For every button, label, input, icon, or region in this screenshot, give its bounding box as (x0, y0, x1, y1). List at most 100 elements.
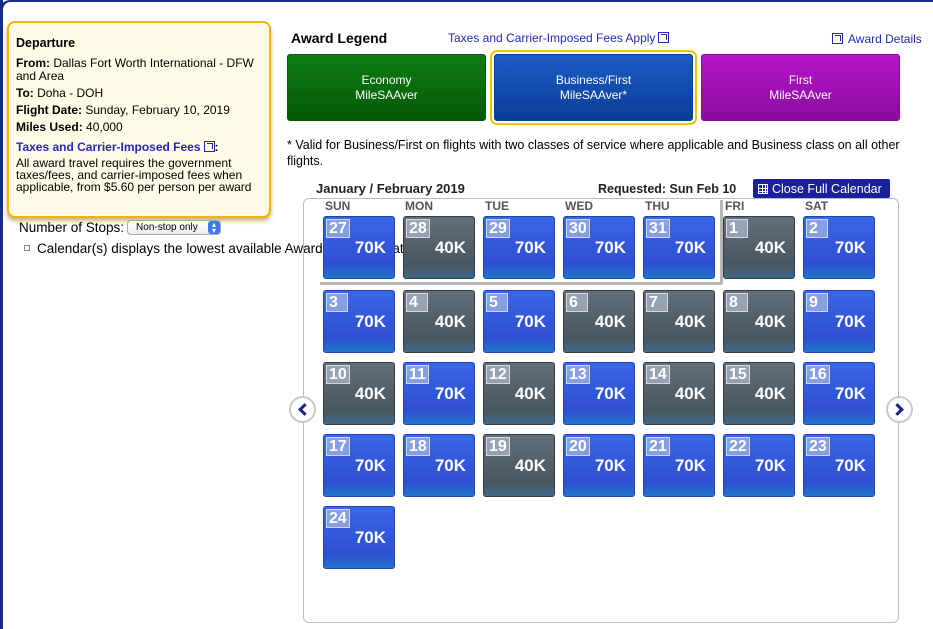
bullet-square-icon (24, 245, 30, 251)
day-number: 22 (726, 437, 750, 456)
day-miles: 70K (834, 456, 866, 475)
calendar-day-cell[interactable]: 4 40K (403, 290, 475, 353)
calendar-day-cell[interactable]: 28 40K (403, 216, 475, 279)
close-full-calendar-button[interactable]: Close Full Calendar (753, 179, 890, 198)
calendar-day-cell[interactable]: 1 40K (723, 216, 795, 279)
economy-sublabel: MileSAAver (355, 87, 418, 102)
calendar-day-cell[interactable]: 5 70K (483, 290, 555, 353)
miles-line: Miles Used: 40,000 (16, 121, 262, 134)
calendar-day-cell[interactable]: 16 70K (803, 362, 875, 425)
day-number: 9 (806, 293, 828, 312)
economy-label: Economy (361, 72, 412, 87)
external-link-icon[interactable] (658, 32, 670, 43)
calendar-day-cell[interactable]: 20 70K (563, 434, 635, 497)
calendar-day-cell[interactable]: 23 70K (803, 434, 875, 497)
weekday-header: TUE (485, 199, 509, 213)
day-number: 13 (566, 365, 590, 384)
day-miles: 40K (434, 312, 466, 331)
day-number: 5 (486, 293, 508, 312)
miles-label: Miles Used: (16, 120, 83, 134)
calendar-day-cell[interactable]: 3 70K (323, 290, 395, 353)
day-number: 20 (566, 437, 590, 456)
stops-select[interactable]: Non-stop only ▴ ▾ (127, 220, 222, 235)
month-label: January / February 2019 (316, 181, 465, 196)
weekday-header: WED (565, 199, 593, 213)
calendar-day-cell[interactable]: 10 40K (323, 362, 395, 425)
stops-filter: Number of Stops: Non-stop only ▴ ▾ (19, 220, 222, 235)
day-miles: 70K (594, 238, 626, 257)
day-number: 31 (646, 219, 670, 238)
calendar-day-cell[interactable]: 12 40K (483, 362, 555, 425)
date-value: Sunday, February 10, 2019 (85, 103, 230, 117)
day-number: 12 (486, 365, 510, 384)
day-number: 23 (806, 437, 830, 456)
day-miles: 40K (754, 384, 786, 403)
departure-title: Departure (16, 36, 76, 50)
calendar-day-cell[interactable]: 18 70K (403, 434, 475, 497)
calendar-day-cell[interactable]: 8 40K (723, 290, 795, 353)
to-line: To: Doha - DOH (16, 87, 262, 100)
validity-note: * Valid for Business/First on flights wi… (287, 138, 900, 168)
fees-row: Taxes and Carrier-Imposed Fees: (16, 138, 262, 154)
calendar-day-cell[interactable]: 7 40K (643, 290, 715, 353)
fees-link[interactable]: Taxes and Carrier-Imposed Fees (16, 140, 201, 154)
day-miles: 70K (354, 528, 386, 547)
day-number: 4 (406, 293, 428, 312)
calendar-day-cell[interactable]: 19 40K (483, 434, 555, 497)
day-miles: 70K (674, 456, 706, 475)
date-label: Flight Date: (16, 103, 82, 117)
calendar-day-cell[interactable]: 22 70K (723, 434, 795, 497)
calendar-day-cell[interactable]: 15 40K (723, 362, 795, 425)
day-number: 18 (406, 437, 430, 456)
external-link-icon[interactable] (203, 141, 215, 152)
legend-fees-text[interactable]: Taxes and Carrier-Imposed Fees Apply (448, 31, 655, 45)
weekday-header: THU (645, 199, 670, 213)
day-number: 7 (646, 293, 668, 312)
next-week-button[interactable] (886, 396, 913, 423)
day-miles: 70K (674, 238, 706, 257)
first-label: First (788, 72, 813, 87)
calendar-day-cell[interactable]: 11 70K (403, 362, 475, 425)
day-number: 27 (326, 219, 350, 238)
calendar-day-cell[interactable]: 29 70K (483, 216, 555, 279)
award-details-text[interactable]: Award Details (848, 32, 922, 46)
calendar-day-cell[interactable]: 27 70K (323, 216, 395, 279)
external-link-icon[interactable] (832, 33, 843, 44)
chevron-left-icon (298, 403, 311, 416)
day-number: 14 (646, 365, 670, 384)
calendar-day-cell[interactable]: 31 70K (643, 216, 715, 279)
calendar-day-cell[interactable]: 2 70K (803, 216, 875, 279)
first-milesaaver-button[interactable]: First MileSAAver (701, 54, 900, 121)
day-number: 11 (406, 365, 429, 384)
day-number: 6 (566, 293, 588, 312)
calendar-day-cell[interactable]: 9 70K (803, 290, 875, 353)
calendar-day-cell[interactable]: 24 70K (323, 506, 395, 569)
day-number: 16 (806, 365, 830, 384)
day-miles: 70K (834, 238, 866, 257)
weekday-header: FRI (725, 199, 745, 213)
calendar-day-cell[interactable]: 14 40K (643, 362, 715, 425)
weekday-header: SAT (805, 199, 829, 213)
legend-title: Award Legend (291, 30, 388, 46)
calendar-day-cell[interactable]: 6 40K (563, 290, 635, 353)
first-sublabel: MileSAAver (769, 87, 832, 102)
fees-colon: : (214, 140, 219, 154)
business-first-milesaaver-button[interactable]: Business/First MileSAAver* (490, 50, 697, 125)
day-miles: 70K (354, 312, 386, 331)
calendar-day-cell[interactable]: 21 70K (643, 434, 715, 497)
award-details-link[interactable]: Award Details (832, 32, 922, 46)
day-miles: 70K (754, 456, 786, 475)
day-miles: 70K (834, 312, 866, 331)
legend-fees-link[interactable]: Taxes and Carrier-Imposed Fees Apply (448, 31, 670, 45)
calendar-day-cell[interactable]: 17 70K (323, 434, 395, 497)
previous-week-button[interactable] (289, 396, 316, 423)
day-number: 30 (566, 219, 590, 238)
day-number: 10 (326, 365, 350, 384)
fees-description: All award travel requires the government… (16, 156, 252, 194)
miles-value: 40,000 (86, 120, 123, 134)
economy-milesaaver-button[interactable]: Economy MileSAAver (287, 54, 486, 121)
day-miles: 40K (514, 384, 546, 403)
calendar-day-cell[interactable]: 13 70K (563, 362, 635, 425)
close-calendar-label: Close Full Calendar (772, 181, 882, 196)
calendar-day-cell[interactable]: 30 70K (563, 216, 635, 279)
